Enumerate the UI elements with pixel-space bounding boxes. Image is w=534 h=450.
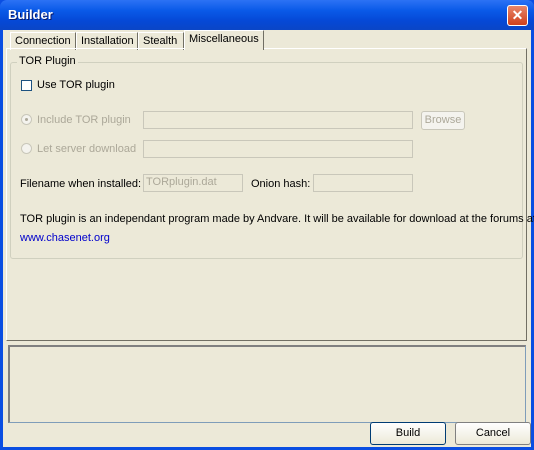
build-button[interactable]: Build bbox=[370, 422, 446, 445]
browse-button[interactable]: Browse bbox=[421, 111, 465, 130]
close-icon: ✕ bbox=[511, 7, 524, 23]
forum-link[interactable]: www.chasenet.org bbox=[20, 232, 110, 244]
tab-strip: Connection Installation Stealth Miscella… bbox=[7, 30, 527, 50]
tor-plugin-group: TOR Plugin Use TOR plugin Include TOR pl… bbox=[10, 55, 534, 259]
tab-panel: TOR Plugin Use TOR plugin Include TOR pl… bbox=[6, 48, 534, 341]
info-text: TOR plugin is an independant program mad… bbox=[20, 213, 534, 225]
use-tor-checkbox[interactable] bbox=[21, 80, 32, 91]
include-tor-field[interactable] bbox=[143, 111, 413, 129]
use-tor-label: Use TOR plugin bbox=[37, 79, 115, 91]
close-button[interactable]: ✕ bbox=[507, 5, 528, 26]
cancel-button[interactable]: Cancel bbox=[455, 422, 531, 445]
onion-hash-field[interactable] bbox=[313, 174, 413, 192]
server-download-field[interactable] bbox=[143, 140, 413, 158]
onion-hash-label: Onion hash: bbox=[251, 178, 311, 190]
include-tor-radio[interactable] bbox=[21, 114, 32, 125]
filename-label: Filename when installed: bbox=[20, 178, 142, 190]
builder-window: Builder ✕ Connection Installation Stealt… bbox=[0, 0, 534, 450]
tab-miscellaneous[interactable]: Miscellaneous bbox=[184, 30, 264, 50]
title-bar[interactable]: Builder ✕ bbox=[0, 0, 534, 30]
dialog-body: Connection Installation Stealth Miscella… bbox=[3, 30, 534, 447]
server-download-radio[interactable] bbox=[21, 143, 32, 154]
window-title: Builder bbox=[8, 7, 53, 22]
server-download-label: Let server download bbox=[37, 143, 137, 155]
group-title: TOR Plugin bbox=[17, 55, 78, 67]
build-log[interactable] bbox=[8, 345, 526, 423]
filename-field[interactable]: TORplugin.dat bbox=[143, 174, 243, 192]
include-tor-label: Include TOR plugin bbox=[37, 114, 131, 126]
